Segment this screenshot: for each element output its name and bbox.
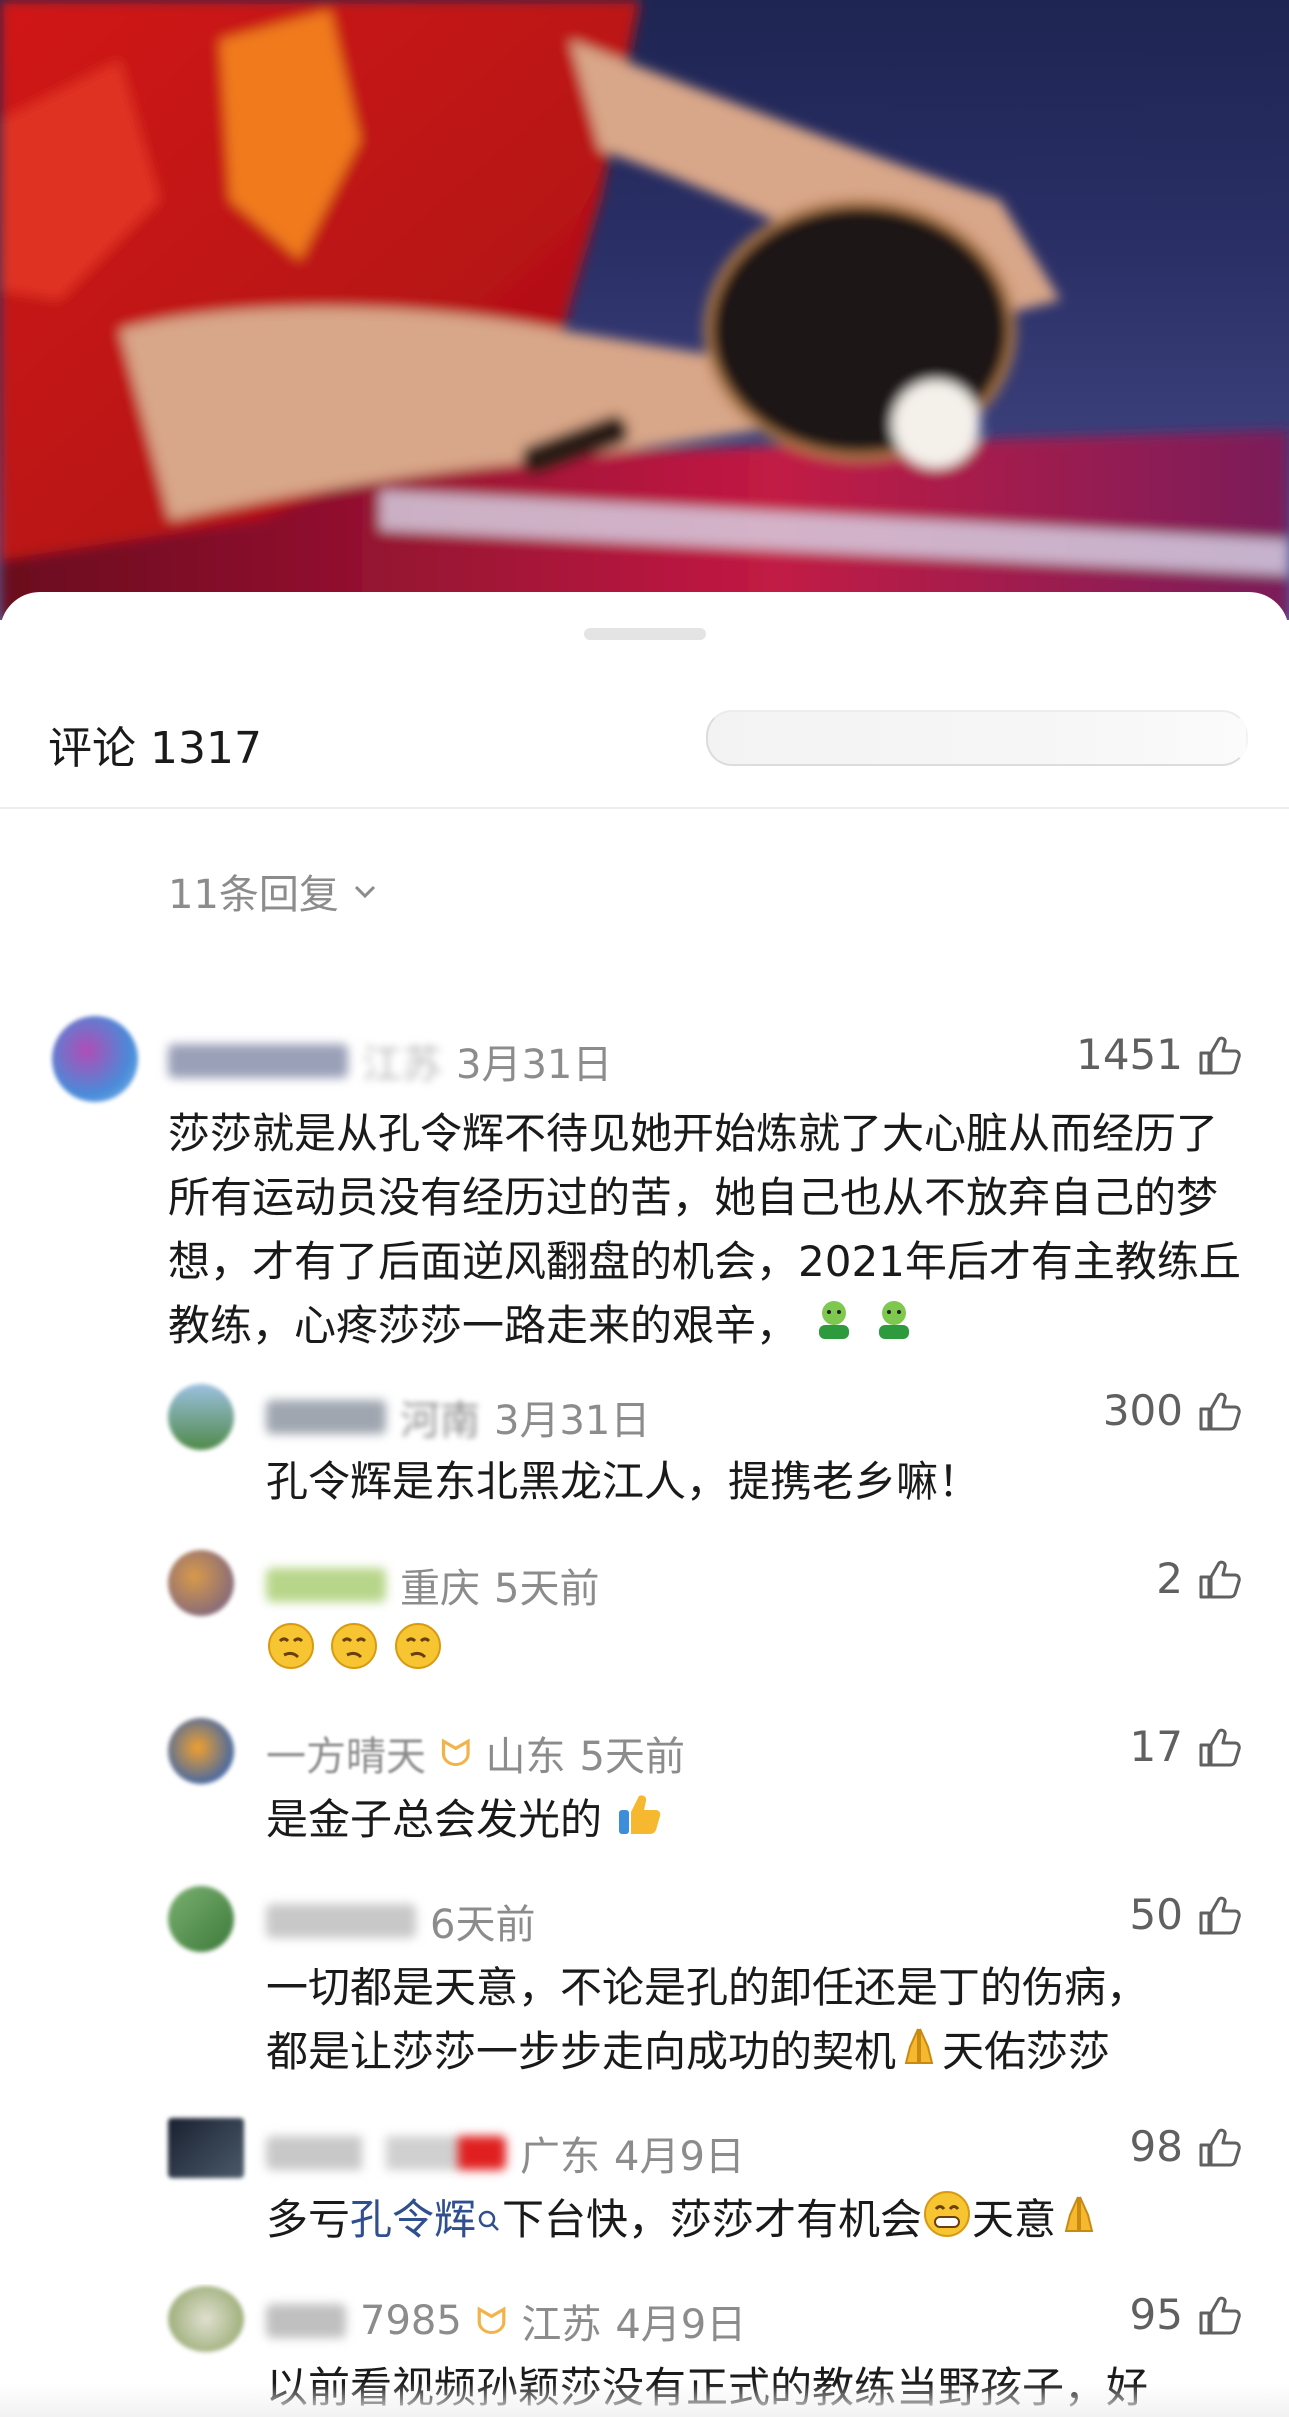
comment-text-after: 天意 — [972, 2195, 1057, 2244]
thinking-emoji — [266, 1621, 316, 1689]
timestamp: 3月31日 — [494, 1398, 651, 1444]
drag-handle[interactable] — [584, 628, 706, 640]
comment-meta: 重庆 5天前 — [266, 1556, 599, 1614]
like-count: 50 — [1129, 1890, 1183, 1939]
location: 江苏 — [362, 1042, 442, 1088]
comment-line-text: 天佑莎莎 — [942, 2027, 1111, 2076]
topic-link[interactable]: 孔令辉 — [350, 2195, 476, 2244]
timestamp: 3月31日 — [456, 1042, 613, 1088]
comment-meta: 7985 ᗢ 江苏 4月9日 — [266, 2292, 746, 2350]
username[interactable] — [266, 1400, 386, 1434]
avatar[interactable] — [168, 1718, 234, 1784]
like-button[interactable]: 98 — [1130, 2122, 1241, 2171]
thumb-up-icon — [1199, 1728, 1241, 1766]
location: 江苏 — [521, 2302, 602, 2348]
badge-icon: ᗢ — [475, 2298, 508, 2343]
comment-text-content: 是金子总会发光的 — [266, 1795, 603, 1844]
location: 重庆 — [400, 1566, 480, 1612]
location: 广东 — [520, 2134, 600, 2180]
thumb-up-icon — [1199, 1896, 1241, 1934]
shrug-emoji — [811, 1297, 857, 1361]
comment-count-title: 评论 1317 — [48, 723, 262, 774]
like-button[interactable]: 17 — [1130, 1722, 1241, 1771]
like-count: 98 — [1129, 2122, 1183, 2171]
avatar[interactable] — [168, 2118, 244, 2178]
timestamp: 5天前 — [494, 1566, 600, 1612]
username[interactable] — [168, 1044, 348, 1078]
thumb-up-icon — [1199, 2296, 1241, 2334]
like-button[interactable]: 300 — [1103, 1386, 1241, 1435]
comment-text: 多亏孔令辉 下台快，莎莎才有机会 天意 — [266, 2188, 1102, 2257]
chevron-down-icon — [354, 885, 375, 899]
pray-emoji — [896, 2023, 942, 2087]
comment-text-mid: 下台快，莎莎才有机会 — [502, 2195, 923, 2244]
bottom-fade — [0, 2383, 1289, 2417]
avatar[interactable] — [168, 2286, 244, 2352]
avatar[interactable] — [52, 1016, 138, 1102]
username[interactable]: 一方晴天 — [266, 1724, 426, 1782]
divider — [0, 807, 1289, 809]
avatar[interactable] — [168, 1384, 234, 1450]
thumbs-up-emoji — [615, 1790, 663, 1856]
comment-text-before: 多亏 — [266, 2195, 351, 2244]
username[interactable] — [266, 2136, 506, 2170]
comment-text: 孔令辉是东北黑龙江人，提携老乡嘛！ — [266, 1457, 981, 1506]
comment-text: 是金子总会发光的 — [266, 1788, 663, 1856]
location: 山东 — [485, 1734, 566, 1780]
badge-icon: ᗢ — [440, 1730, 472, 1775]
avatar[interactable] — [168, 1886, 234, 1952]
comment-line: 一切都是天意，不论是孔的卸任还是丁的伤病， — [266, 1963, 1149, 2012]
username[interactable] — [266, 1904, 416, 1938]
like-count: 17 — [1129, 1722, 1183, 1771]
comment-meta: 一方晴天 ᗢ 山东 5天前 — [266, 1724, 685, 1782]
comment-meta: 6天前 — [266, 1892, 535, 1950]
thumb-up-icon — [1199, 2128, 1241, 2166]
timestamp: 4月9日 — [614, 2134, 745, 2180]
like-count: 1451 — [1076, 1030, 1183, 1079]
avatar[interactable] — [168, 1550, 234, 1616]
thumb-up-icon — [1199, 1560, 1241, 1598]
replies-toggle-label: 11条回复 — [168, 872, 339, 918]
grin-emoji — [922, 2189, 972, 2257]
comment-meta: 广东 4月9日 — [266, 2124, 745, 2182]
pray-emoji — [1056, 2191, 1102, 2255]
timestamp: 6天前 — [430, 1902, 536, 1948]
comment-text: 莎莎就是从孔令辉不待见她开始炼就了大心脏从而经历了所有运动员没有经历过的苦，她自… — [168, 1102, 1248, 1361]
like-button[interactable]: 1451 — [1076, 1030, 1241, 1079]
thumb-up-icon — [1199, 1036, 1241, 1074]
like-button[interactable]: 95 — [1130, 2290, 1241, 2339]
search-input[interactable] — [706, 710, 1248, 766]
comment-text — [266, 1620, 443, 1689]
like-count: 300 — [1102, 1386, 1183, 1435]
timestamp: 4月9日 — [615, 2302, 747, 2348]
comment-meta: 河南 3月31日 — [266, 1388, 650, 1446]
like-count: 95 — [1129, 2290, 1183, 2339]
comment-line: 都是让莎莎一步步走向成功的契机 天佑莎莎 — [266, 2020, 1246, 2087]
thinking-emoji — [393, 1621, 443, 1689]
comment-text: 一切都是天意，不论是孔的卸任还是丁的伤病， 都是让莎莎一步步走向成功的契机 天佑莎… — [266, 1956, 1246, 2087]
like-button[interactable]: 50 — [1130, 1890, 1241, 1939]
comment-meta: 江苏 3月31日 — [168, 1032, 612, 1090]
video-preview[interactable] — [0, 0, 1289, 620]
username[interactable] — [266, 1568, 386, 1602]
link-search-icon — [476, 2195, 502, 2244]
like-button[interactable]: 2 — [1156, 1554, 1241, 1603]
location: 河南 — [400, 1398, 480, 1444]
like-count: 2 — [1156, 1554, 1183, 1603]
comment-line-text: 都是让莎莎一步步走向成功的契机 — [266, 2027, 897, 2076]
thumb-up-icon — [1199, 1392, 1241, 1430]
username-blur — [266, 2304, 346, 2338]
comment-text-content: 莎莎就是从孔令辉不待见她开始炼就了大心脏从而经历了所有运动员没有经历过的苦，她自… — [168, 1109, 1241, 1350]
timestamp: 5天前 — [579, 1734, 685, 1780]
username[interactable]: 7985 — [360, 2298, 462, 2344]
replies-toggle[interactable]: 11条回复 — [168, 862, 379, 920]
thinking-emoji — [329, 1621, 379, 1689]
shrug-emoji — [871, 1297, 917, 1361]
